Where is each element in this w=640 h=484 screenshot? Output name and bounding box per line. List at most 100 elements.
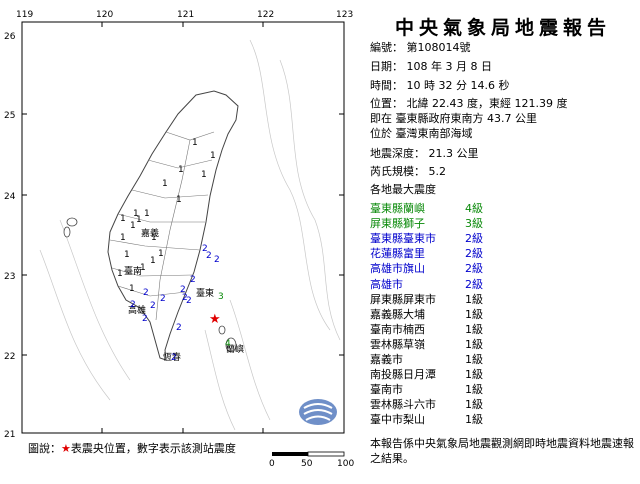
station-intensity: 1級 xyxy=(465,353,483,366)
legend-prefix: 圖說： xyxy=(28,442,61,455)
report-footer: 本報告係中央氣象局地震觀測網即時地震資料地震速報之結果。 xyxy=(370,437,634,465)
report-region: 位於 臺灣東南部海域 xyxy=(370,127,473,140)
station-row: 高雄市旗山 2級 xyxy=(370,262,483,276)
station-row: 雲林縣草嶺 1級 xyxy=(370,338,483,352)
station-intensity: 1級 xyxy=(465,307,483,321)
intensity-mark: 1 xyxy=(150,256,156,266)
report-magnitude: 芮氏規模： 5.2 xyxy=(370,165,446,178)
station-row: 屏東縣獅子 3級 xyxy=(370,217,483,231)
scale-bar: 0 50 100 xyxy=(269,451,354,469)
intensity-mark: 1 xyxy=(124,250,130,260)
station-location: 高雄市 xyxy=(370,277,403,291)
lon-label: 121 xyxy=(177,10,194,20)
lat-label: 21 xyxy=(4,430,15,440)
station-intensity: 2級 xyxy=(465,277,483,291)
lon-label: 123 xyxy=(336,10,353,20)
station-row: 雲林縣斗六市 1級 xyxy=(370,398,483,412)
intensity-mark: 1 xyxy=(210,151,216,161)
station-location: 花蓮縣富里 xyxy=(370,247,425,261)
intensity-mark: 1 xyxy=(162,179,168,189)
intensity-map: 119 120 121 122 123 26 25 24 23 22 21 嘉義… xyxy=(4,10,354,469)
intensity-mark: 1 xyxy=(140,263,146,273)
station-intensity: 1級 xyxy=(465,398,483,412)
lat-label: 26 xyxy=(4,32,16,42)
lat-label: 24 xyxy=(4,192,16,202)
station-row: 高雄市 2級 xyxy=(370,278,483,292)
lat-label: 25 xyxy=(4,111,15,121)
station-location: 臺東縣臺東市 xyxy=(370,232,436,246)
intensity-mark: 1 xyxy=(120,214,126,224)
green-island xyxy=(218,325,226,335)
station-location: 屏東縣屏東市 xyxy=(370,292,436,306)
place-label: 臺東 xyxy=(196,287,214,299)
station-row: 南投縣日月潭 1級 xyxy=(370,368,483,382)
lon-label: 120 xyxy=(96,10,113,20)
legend-star-icon: ★ xyxy=(61,442,71,455)
station-location: 臺東縣蘭嶼 xyxy=(370,202,425,215)
report-depth: 地震深度： 21.3 公里 xyxy=(370,147,479,160)
station-row: 臺東縣蘭嶼 4級 xyxy=(370,202,483,216)
intensity-mark: 2 xyxy=(214,255,220,265)
station-intensity: 1級 xyxy=(465,413,483,427)
intensity-mark: 4 xyxy=(225,339,231,349)
station-row: 花蓮縣富里 2級 xyxy=(370,247,483,261)
station-row: 臺南市 1級 xyxy=(370,383,483,397)
station-location: 臺南市 xyxy=(370,383,403,397)
station-location: 雲林縣斗六市 xyxy=(370,398,436,412)
intensity-mark: 2 xyxy=(202,244,208,254)
intensity-mark: 2 xyxy=(130,300,136,310)
report-position-rel: 即在 臺東縣政府東南方 43.7 公里 xyxy=(370,112,537,125)
intensity-mark: 1 xyxy=(151,233,157,243)
station-row: 臺東縣臺東市 2級 xyxy=(370,232,483,246)
intensity-mark: 1 xyxy=(158,249,164,259)
legend-text: 表震央位置，數字表示該測站震度 xyxy=(70,442,236,455)
station-intensity: 1級 xyxy=(465,292,483,306)
intensity-mark: 1 xyxy=(133,209,139,219)
station-row: 嘉義市 1級 xyxy=(370,353,483,367)
station-location: 高雄市旗山 xyxy=(370,262,425,276)
intensity-mark: 1 xyxy=(201,170,207,180)
penghu-island xyxy=(63,226,71,238)
epicenter-star: ★ xyxy=(209,312,221,327)
station-location: 臺中市梨山 xyxy=(370,413,425,427)
station-intensity: 1級 xyxy=(465,368,483,382)
report-panel: 中央氣象局地震報告 編號： 第108014號 日期： 108 年 3 月 8 日… xyxy=(365,0,640,480)
station-location: 屏東縣獅子 xyxy=(370,217,425,231)
intensity-mark: 1 xyxy=(178,165,184,175)
station-intensity: 1級 xyxy=(465,383,483,397)
station-location: 雲林縣草嶺 xyxy=(370,337,425,351)
intensity-mark: 3 xyxy=(218,292,224,302)
station-intensity: 1級 xyxy=(465,337,483,351)
scale-label: 0 xyxy=(269,459,275,469)
station-row: 臺南市楠西 1級 xyxy=(370,323,483,337)
report-time: 時間： 10 時 32 分 14.6 秒 xyxy=(370,79,510,92)
scale-label: 50 xyxy=(301,459,313,469)
intensity-mark: 1 xyxy=(176,195,182,205)
penghu-island xyxy=(66,217,78,227)
station-location: 嘉義縣大埔 xyxy=(370,307,425,321)
lon-label: 122 xyxy=(257,10,274,20)
station-row: 臺中市梨山 1級 xyxy=(370,413,483,427)
station-intensity: 4級 xyxy=(465,202,483,215)
intensity-header: 各地最大震度 xyxy=(370,183,436,196)
intensity-mark: 1 xyxy=(144,209,150,219)
intensity-mark: 2 xyxy=(142,314,148,324)
lon-label: 119 xyxy=(16,10,33,20)
report-date: 日期： 108 年 3 月 8 日 xyxy=(370,60,492,73)
intensity-mark: 2 xyxy=(160,294,166,304)
station-location: 南投縣日月潭 xyxy=(370,368,436,382)
station-location: 臺南市楠西 xyxy=(370,322,425,336)
report-number: 編號： 第108014號 xyxy=(370,41,471,54)
station-row: 屏東縣屏東市 1級 xyxy=(370,293,483,307)
intensity-mark: 2 xyxy=(150,301,156,311)
station-intensity: 1級 xyxy=(465,322,483,336)
map-legend: 圖說：★表震央位置，數字表示該測站震度 xyxy=(28,440,236,456)
intensity-mark: 2 xyxy=(176,323,182,333)
station-intensity: 2級 xyxy=(465,232,483,246)
report-position: 位置： 北緯 22.43 度，東經 121.39 度 xyxy=(370,97,568,110)
intensity-mark: 2 xyxy=(186,296,192,306)
cwb-logo xyxy=(299,399,337,425)
intensity-mark: 1 xyxy=(129,284,135,294)
report-title: 中央氣象局地震報告 xyxy=(394,17,611,39)
station-intensity: 3級 xyxy=(465,217,483,231)
